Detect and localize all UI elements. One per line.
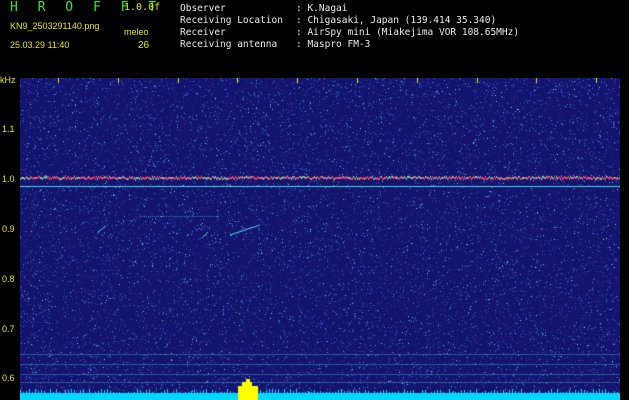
version-label: 1.0.0f bbox=[124, 2, 161, 13]
meleo-count: 26 bbox=[138, 40, 150, 51]
meleo-label: meleo bbox=[124, 27, 149, 37]
y-tick-label: 1.0 bbox=[2, 174, 15, 184]
observer-label: Observer bbox=[180, 3, 226, 14]
timestamp: 25.03.29 11:40 bbox=[10, 40, 70, 50]
file-name: KN9_2503291140.png bbox=[10, 21, 100, 31]
receiver-label: Receiver bbox=[180, 27, 226, 38]
antenna-label: Receiving antenna bbox=[180, 39, 278, 50]
header-panel: H R O F F T 1.0.0f KN9_2503291140.png 25… bbox=[0, 0, 629, 76]
antenna-value: : Maspro FM-3 bbox=[296, 39, 371, 50]
y-axis-unit: kHz bbox=[0, 75, 16, 85]
y-tick-label: 1.1 bbox=[2, 124, 15, 134]
y-tick-label: 0.8 bbox=[2, 274, 15, 284]
location-value: : Chigasaki, Japan (139.414 35.340) bbox=[296, 15, 497, 26]
spectrogram-canvas[interactable] bbox=[20, 78, 620, 400]
y-tick-label: 0.7 bbox=[2, 324, 15, 334]
receiver-value: : AirSpy mini (Miakejima VOR 108.65MHz) bbox=[296, 27, 520, 38]
observer-value: : K.Nagai bbox=[296, 3, 348, 14]
y-tick-label: 0.6 bbox=[2, 373, 15, 383]
location-label: Receiving Location bbox=[180, 15, 283, 26]
y-tick-label: 0.9 bbox=[2, 224, 15, 234]
